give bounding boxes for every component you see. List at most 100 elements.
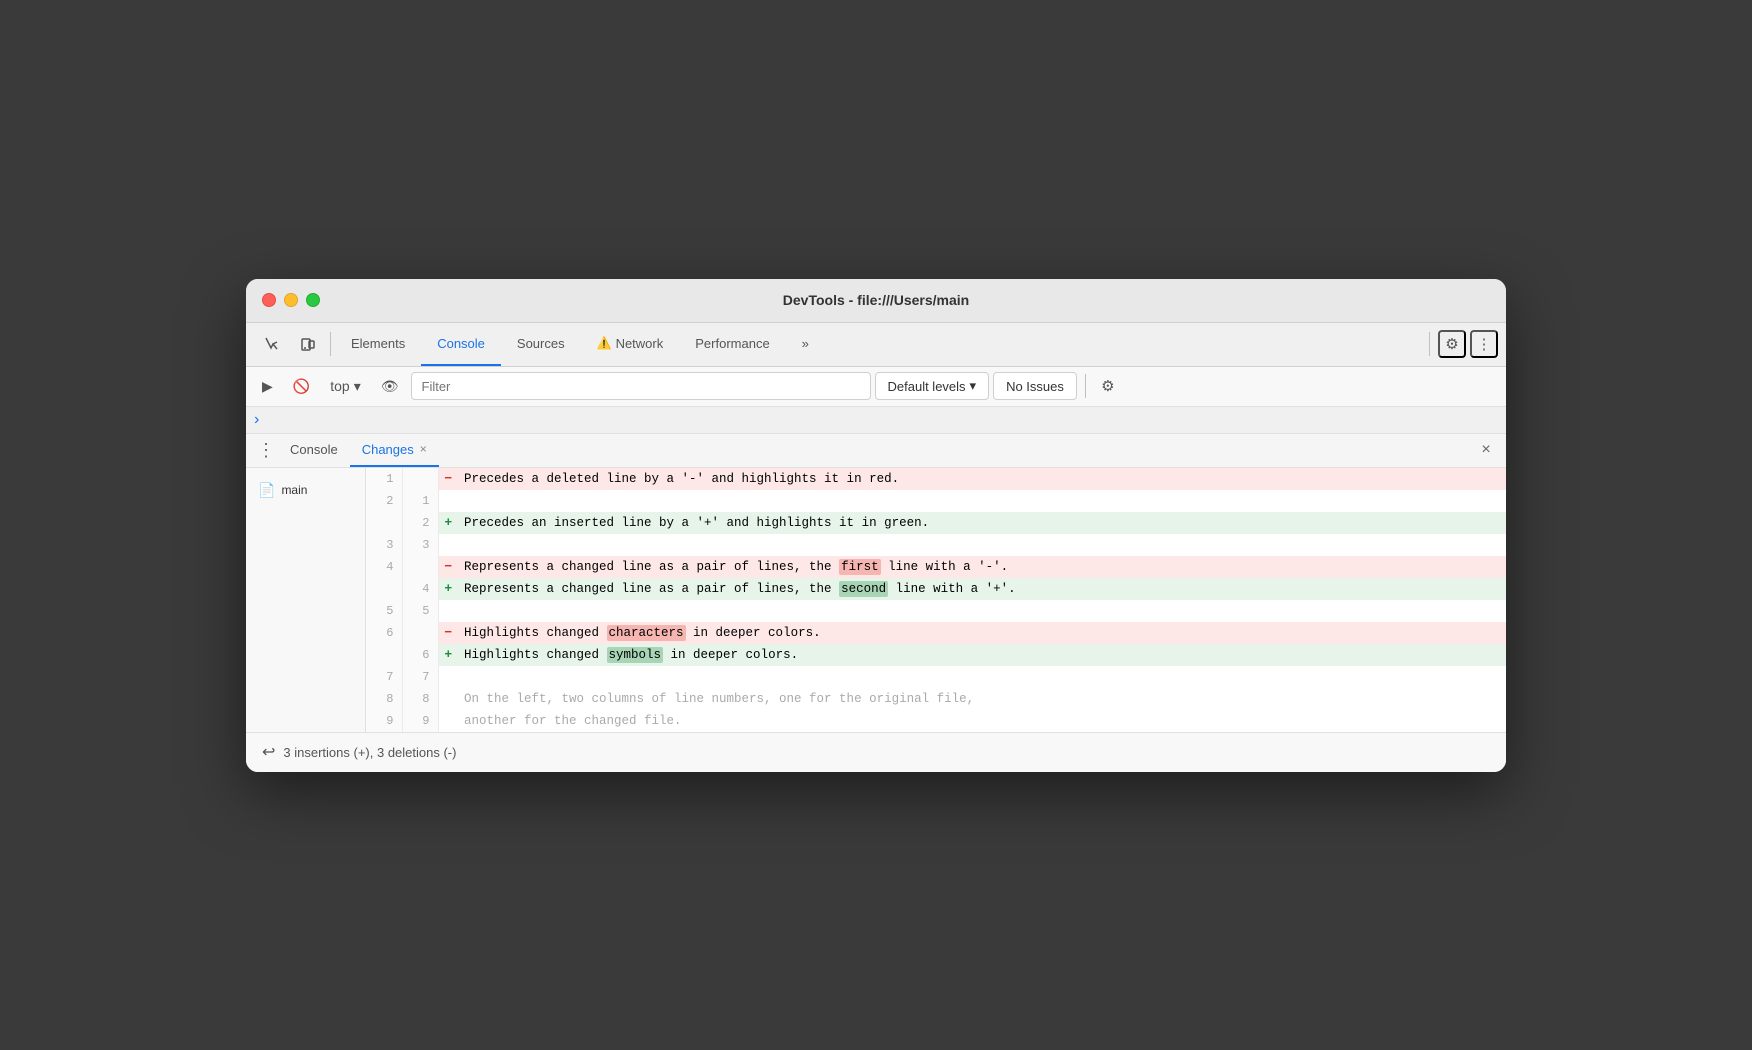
devtools-window: DevTools - file:///Users/main Elements C… <box>246 279 1506 772</box>
revert-icon[interactable]: ↩ <box>262 742 275 762</box>
console-prompt-indicator: › <box>246 407 1506 434</box>
run-script-button[interactable]: ▶ <box>254 372 281 400</box>
tab-performance[interactable]: Performance <box>679 323 785 366</box>
diff-content-11: On the left, two columns of line numbers… <box>458 688 1506 710</box>
minimize-button[interactable] <box>284 293 298 307</box>
main-toolbar: Elements Console Sources ⚠️ Network Perf… <box>246 323 1506 367</box>
more-options-button[interactable]: ⋮ <box>1470 330 1498 358</box>
close-panel-button[interactable]: × <box>1474 438 1498 462</box>
diff-content-9: Highlights changed symbols in deeper col… <box>458 644 1506 666</box>
diff-row-1-deleted: 1 − Precedes a deleted line by a '-' and… <box>366 468 1506 490</box>
diff-row-12: 9 9 another for the changed file. <box>366 710 1506 732</box>
panels-container: ⋮ Console Changes × × 📄 main <box>246 434 1506 772</box>
eye-icon: 👁 <box>381 378 399 395</box>
line-num-new-7: 5 <box>402 600 438 622</box>
diff-sign-11 <box>438 688 458 710</box>
diff-content-8: Highlights changed characters in deeper … <box>458 622 1506 644</box>
diff-content-6: Represents a changed line as a pair of l… <box>458 578 1506 600</box>
settings-button[interactable]: ⚙ <box>1438 330 1466 358</box>
line-num-old-11: 8 <box>366 688 402 710</box>
maximize-button[interactable] <box>306 293 320 307</box>
network-warning-icon: ⚠️ <box>597 336 612 350</box>
line-num-new-8 <box>402 622 438 644</box>
clear-console-button[interactable]: 🚫 <box>285 372 318 400</box>
tab-navigation: Elements Console Sources ⚠️ Network Perf… <box>335 323 1425 366</box>
file-sidebar: 📄 main <box>246 468 366 732</box>
tab-console[interactable]: Console <box>421 323 501 366</box>
diff-row-5-deleted: 4 − Represents a changed line as a pair … <box>366 556 1506 578</box>
top-label: top <box>330 378 349 394</box>
console-toolbar-divider <box>1085 374 1086 398</box>
traffic-lights <box>262 293 320 307</box>
line-num-old-7: 5 <box>366 600 402 622</box>
diff-row-2: 2 1 <box>366 490 1506 512</box>
line-num-old-6 <box>366 578 402 600</box>
file-icon: 📄 <box>258 482 275 499</box>
tab-sources[interactable]: Sources <box>501 323 581 366</box>
diff-sign-12 <box>438 710 458 732</box>
diff-sign-7 <box>438 600 458 622</box>
line-num-new-11: 8 <box>402 688 438 710</box>
title-bar: DevTools - file:///Users/main <box>246 279 1506 323</box>
highlight-first: first <box>839 559 881 575</box>
diff-sign-minus-5: − <box>438 556 458 578</box>
no-issues-button[interactable]: No Issues <box>993 372 1077 400</box>
sidebar-item-main[interactable]: 📄 main <box>246 476 365 505</box>
line-num-new-10: 7 <box>402 666 438 688</box>
line-num-old-9 <box>366 644 402 666</box>
diff-sign-plus-9: + <box>438 644 458 666</box>
diff-row-3-inserted: 2 + Precedes an inserted line by a '+' a… <box>366 512 1506 534</box>
highlight-symbols: symbols <box>607 647 664 663</box>
close-changes-tab[interactable]: × <box>420 442 427 456</box>
diff-sign-2 <box>438 490 458 512</box>
diff-row-10: 7 7 <box>366 666 1506 688</box>
dropdown-icon: ▾ <box>354 378 361 395</box>
toolbar-divider-1 <box>330 332 331 356</box>
diff-footer: ↩ 3 insertions (+), 3 deletions (-) <box>246 732 1506 772</box>
diff-row-7: 5 5 <box>366 600 1506 622</box>
tab-changes-panel[interactable]: Changes × <box>350 433 439 467</box>
diff-sign-plus-3: + <box>438 512 458 534</box>
line-num-new-9: 6 <box>402 644 438 666</box>
levels-dropdown-icon: ▾ <box>970 378 977 394</box>
diff-row-6-inserted: 4 + Represents a changed line as a pair … <box>366 578 1506 600</box>
line-num-new-2: 1 <box>402 490 438 512</box>
diff-content-4 <box>458 534 1506 556</box>
line-num-old-1: 1 <box>366 468 402 490</box>
content-area: 📄 main 1 − Precedes a deleted line by a … <box>246 468 1506 732</box>
panel-menu-button[interactable]: ⋮ <box>254 438 278 462</box>
diff-row-11: 8 8 On the left, two columns of line num… <box>366 688 1506 710</box>
diff-content-10 <box>458 666 1506 688</box>
toolbar-divider-2 <box>1429 332 1430 356</box>
tab-console-panel[interactable]: Console <box>278 433 350 467</box>
line-num-old-4: 3 <box>366 534 402 556</box>
line-num-new-3: 2 <box>402 512 438 534</box>
eye-filter-button[interactable]: 👁 <box>373 372 407 400</box>
console-settings-button[interactable]: ⚙ <box>1094 372 1122 400</box>
diff-content-12: another for the changed file. <box>458 710 1506 732</box>
filter-input[interactable] <box>411 372 871 400</box>
diff-view[interactable]: 1 − Precedes a deleted line by a '-' and… <box>366 468 1506 732</box>
diff-sign-10 <box>438 666 458 688</box>
line-num-new-12: 9 <box>402 710 438 732</box>
line-num-old-3 <box>366 512 402 534</box>
tab-network[interactable]: ⚠️ Network <box>581 323 680 366</box>
diff-table: 1 − Precedes a deleted line by a '-' and… <box>366 468 1506 732</box>
default-levels-button[interactable]: Default levels ▾ <box>875 372 990 400</box>
inspect-element-button[interactable] <box>254 326 290 362</box>
diff-content-2 <box>458 490 1506 512</box>
highlight-second: second <box>839 581 888 597</box>
diff-content-7 <box>458 600 1506 622</box>
diff-content-5: Represents a changed line as a pair of l… <box>458 556 1506 578</box>
close-button[interactable] <box>262 293 276 307</box>
diff-summary: 3 insertions (+), 3 deletions (-) <box>283 745 456 760</box>
run-icon: ▶ <box>262 378 273 395</box>
device-toolbar-button[interactable] <box>290 326 326 362</box>
diff-sign-4 <box>438 534 458 556</box>
tab-elements[interactable]: Elements <box>335 323 421 366</box>
ban-icon: 🚫 <box>293 378 310 395</box>
tab-more[interactable]: » <box>786 323 825 366</box>
panel-tabs-row: ⋮ Console Changes × × <box>246 434 1506 468</box>
console-toolbar: ▶ 🚫 top ▾ 👁 Default levels ▾ No Issues ⚙ <box>246 367 1506 407</box>
top-context-button[interactable]: top ▾ <box>322 372 369 400</box>
